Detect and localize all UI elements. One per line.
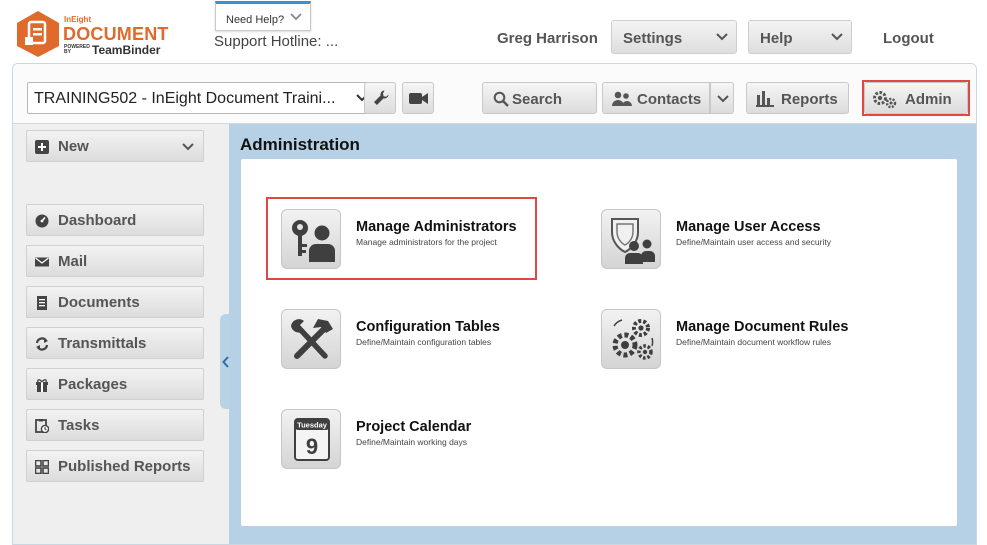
sidebar-item-label: Packages [58, 376, 128, 393]
tasks-icon [35, 419, 49, 433]
shield-users-icon [601, 209, 661, 269]
plus-square-icon [35, 140, 49, 154]
chevron-down-icon [290, 13, 302, 21]
chevron-down-icon [717, 95, 729, 103]
search-icon [493, 91, 509, 107]
logo-powered-text: POWERED BY [64, 44, 90, 55]
logo-badge-icon [17, 11, 59, 57]
sidebar-item-tasks[interactable]: Tasks [26, 409, 204, 441]
option-title: Configuration Tables [356, 319, 500, 335]
project-select[interactable]: TRAINING502 - InEight Document Traini... [27, 82, 373, 114]
support-hotline[interactable]: Support Hotline: ... [214, 33, 338, 50]
administration-panel: Administration Manage Administrators Man… [229, 124, 976, 544]
gears-icon [601, 309, 661, 369]
new-menu-label: New [58, 138, 89, 155]
documents-icon [37, 296, 47, 310]
manage-user-access-option[interactable]: Manage User Access Define/Maintain user … [601, 209, 891, 271]
option-description: Define/Maintain working days [356, 437, 468, 447]
help-label: Help [760, 30, 793, 47]
manage-administrators-option[interactable]: Manage Administrators Manage administrat… [281, 209, 571, 271]
sidebar-item-label: Transmittals [58, 335, 147, 352]
packages-icon [36, 379, 48, 392]
reports-button[interactable]: Reports [746, 82, 849, 114]
manage-document-rules-option[interactable]: Manage Document Rules Define/Maintain do… [601, 309, 891, 371]
sidebar-item-documents[interactable]: Documents [26, 286, 204, 318]
option-title: Project Calendar [356, 419, 472, 435]
sidebar-item-transmittals[interactable]: Transmittals [26, 327, 204, 359]
logo-document-text: DOCUMENT [63, 24, 169, 44]
main-toolbar: TRAINING502 - InEight Document Traini...… [13, 64, 976, 124]
project-settings-button[interactable] [364, 82, 396, 114]
option-title: Manage Administrators [356, 219, 517, 235]
project-calendar-option[interactable]: Tuesday 9 Project Calendar Define/Mainta… [281, 409, 571, 471]
project-select-value: TRAINING502 - InEight Document Traini... [34, 90, 336, 107]
contacts-button[interactable]: Contacts [602, 82, 710, 114]
contacts-button-label: Contacts [637, 91, 702, 108]
sidebar-item-mail[interactable]: Mail [26, 245, 204, 277]
settings-label: Settings [623, 30, 683, 47]
need-help-dropdown[interactable]: Need Help? [215, 1, 311, 31]
search-button[interactable]: Search [482, 82, 597, 114]
app-frame: TRAINING502 - InEight Document Traini...… [12, 63, 977, 545]
option-description: Define/Maintain user access and security [676, 237, 831, 247]
logout-link[interactable]: Logout [883, 30, 934, 47]
calendar-day-text: Tuesday [297, 421, 328, 430]
logo-ineight-text: InEight [64, 15, 92, 24]
logo-teambinder-text: TeamBinder [92, 43, 161, 57]
option-title: Manage Document Rules [676, 319, 849, 335]
wrench-icon [374, 90, 389, 105]
video-camera-icon [409, 93, 428, 104]
sidebar-item-dashboard[interactable]: Dashboard [26, 204, 204, 236]
option-title: Manage User Access [676, 219, 821, 235]
calendar-date-text: 9 [306, 434, 318, 459]
sidebar-item-label: Tasks [58, 417, 100, 434]
admin-highlight-outline [862, 80, 970, 116]
option-description: Define/Maintain document workflow rules [676, 337, 831, 347]
help-menu-button[interactable]: Help [748, 20, 852, 54]
tools-icon [281, 309, 341, 369]
user-name: Greg Harrison [497, 30, 598, 47]
chevron-down-icon [182, 143, 194, 151]
reports-button-label: Reports [781, 91, 838, 108]
sidebar-item-label: Documents [58, 294, 140, 311]
sidebar-item-packages[interactable]: Packages [26, 368, 204, 400]
contacts-dropdown-button[interactable] [710, 82, 734, 114]
chevron-down-icon [831, 33, 843, 41]
new-menu-button[interactable]: New [26, 130, 204, 162]
app-logo[interactable]: InEight DOCUMENT POWERED BY TeamBinder [14, 10, 168, 62]
sidebar-item-label: Dashboard [58, 212, 137, 229]
option-description: Define/Maintain configuration tables [356, 337, 492, 347]
sidebar: New Dashboard Mail Documents Transmittal… [13, 124, 229, 544]
need-help-label: Need Help? [226, 14, 285, 26]
published-reports-icon [35, 460, 49, 474]
option-description: Manage administrators for the project [356, 237, 497, 247]
video-button[interactable] [402, 82, 434, 114]
chevron-down-icon [716, 33, 728, 41]
settings-menu-button[interactable]: Settings [611, 20, 737, 54]
sidebar-item-label: Mail [58, 253, 88, 270]
admin-options-card: Manage Administrators Manage administrat… [241, 159, 957, 526]
mail-icon [35, 257, 49, 267]
configuration-tables-option[interactable]: Configuration Tables Define/Maintain con… [281, 309, 571, 371]
bar-chart-icon [756, 91, 774, 107]
page-title: Administration [240, 135, 360, 154]
sidebar-item-label: Published Reports [58, 458, 191, 475]
sidebar-item-published-reports[interactable]: Published Reports [26, 450, 204, 482]
search-button-label: Search [512, 91, 563, 108]
dashboard-icon [35, 214, 49, 228]
key-user-icon [281, 209, 341, 269]
calendar-icon: Tuesday 9 [281, 409, 341, 469]
transmittals-icon [35, 337, 49, 351]
contacts-icon [612, 91, 632, 106]
